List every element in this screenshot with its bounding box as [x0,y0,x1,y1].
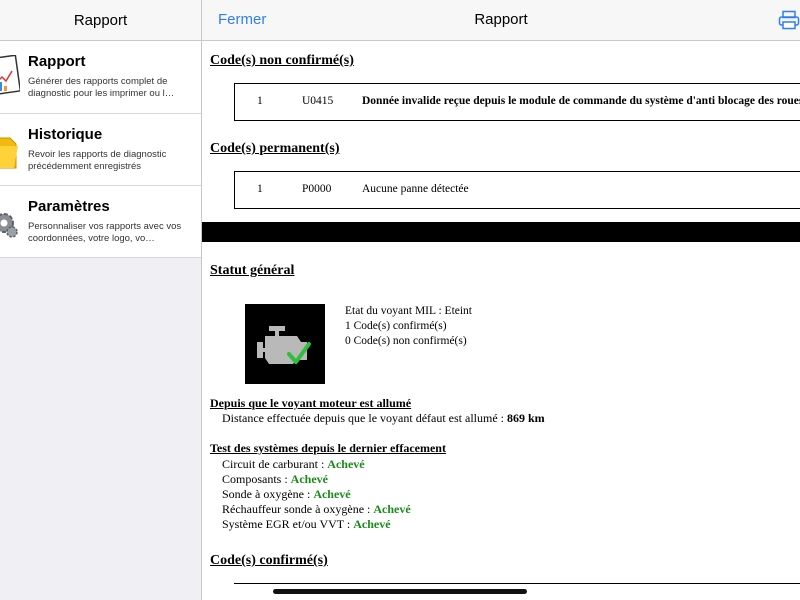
nav-bar: Fermer Rapport [202,0,800,41]
distance-line: Distance effectuée depuis que le voyant … [222,411,545,426]
sidebar-item-parametres[interactable]: Paramètres Personnaliser vos rapports av… [0,186,201,258]
unconfirmed-codes-heading: Code(s) non confirmé(s) [210,53,354,68]
sidebar-item-rapport[interactable]: Rapport Générer des rapports complet de … [0,41,201,114]
test-row: Système EGR et/ou VVT : Achevé [222,517,391,532]
page-title: Rapport [474,11,528,28]
test-label: Circuit de carburant : [222,457,328,471]
test-label: Composants : [222,472,291,486]
test-label: Sonde à oxygène : [222,487,314,501]
unconfirmed-count: 0 Code(s) non confirmé(s) [345,335,467,347]
home-indicator[interactable] [273,589,527,594]
sidebar-item-desc: Revoir les rapports de diagnostic précéd… [28,149,167,172]
sidebar-item-desc: Personnaliser vos rapports avec vos coor… [28,221,182,244]
code-id: U0415 [302,95,334,107]
sidebar: Rapport Rapport Générer des rapports com… [0,0,202,600]
mil-status: Etat du voyant MIL : Eteint [345,305,473,317]
test-row: Circuit de carburant : Achevé [222,457,365,472]
section-divider [202,222,800,242]
code-description: Donnée invalide reçue depuis le module d… [362,95,800,107]
tests-heading: Test des systèmes depuis le dernier effa… [210,441,446,455]
test-row: Sonde à oxygène : Achevé [222,487,351,502]
code-index: 1 [257,183,263,195]
code-description: Aucune panne détectée [362,183,469,195]
gear-icon [0,200,20,246]
report-content[interactable]: Code(s) non confirmé(s) 1 U0415 Donnée i… [202,41,800,600]
test-status: Achevé [327,457,365,471]
test-status: Achevé [373,502,411,516]
sidebar-list: Rapport Générer des rapports complet de … [0,41,201,258]
sidebar-header: Rapport [0,0,201,41]
unconfirmed-codes-table: 1 U0415 Donnée invalide reçue depuis le … [234,83,800,121]
distance-value: 869 km [507,411,545,425]
permanent-codes-table: 1 P0000 Aucune panne détectée [234,171,800,209]
test-status: Achevé [290,472,328,486]
test-label: Réchauffeur sonde à oxygène : [222,502,374,516]
test-status: Achevé [353,517,391,531]
general-status-heading: Statut général [210,263,295,278]
confirmed-codes-heading: Code(s) confirmé(s) [210,553,328,568]
sidebar-title: Rapport [73,11,128,29]
code-id: P0000 [302,183,332,195]
distance-label: Distance effectuée depuis que le voyant … [222,411,507,425]
sidebar-item-historique[interactable]: Historique Revoir les rapports de diagno… [0,114,201,186]
sidebar-item-title: Paramètres [28,198,110,215]
sidebar-item-title: Rapport [28,53,86,70]
main-pane: Fermer Rapport Code(s) non confirmé(s) 1… [202,0,800,600]
code-index: 1 [257,95,263,107]
since-mil-heading: Depuis que le voyant moteur est allumé [210,396,412,410]
sidebar-item-desc: Générer des rapports complet de diagnost… [28,76,175,99]
test-row: Composants : Achevé [222,472,328,487]
permanent-codes-heading: Code(s) permanent(s) [210,141,340,156]
confirmed-codes-table-top [234,583,800,584]
folder-icon [0,128,20,174]
check-engine-ok-icon [245,304,325,384]
test-label: Système EGR et/ou VVT : [222,517,354,531]
test-status: Achevé [313,487,351,501]
report-icon [0,55,20,101]
printer-icon[interactable] [778,10,800,30]
test-row: Réchauffeur sonde à oxygène : Achevé [222,502,411,517]
confirmed-count: 1 Code(s) confirmé(s) [345,320,447,332]
sidebar-item-title: Historique [28,126,103,143]
